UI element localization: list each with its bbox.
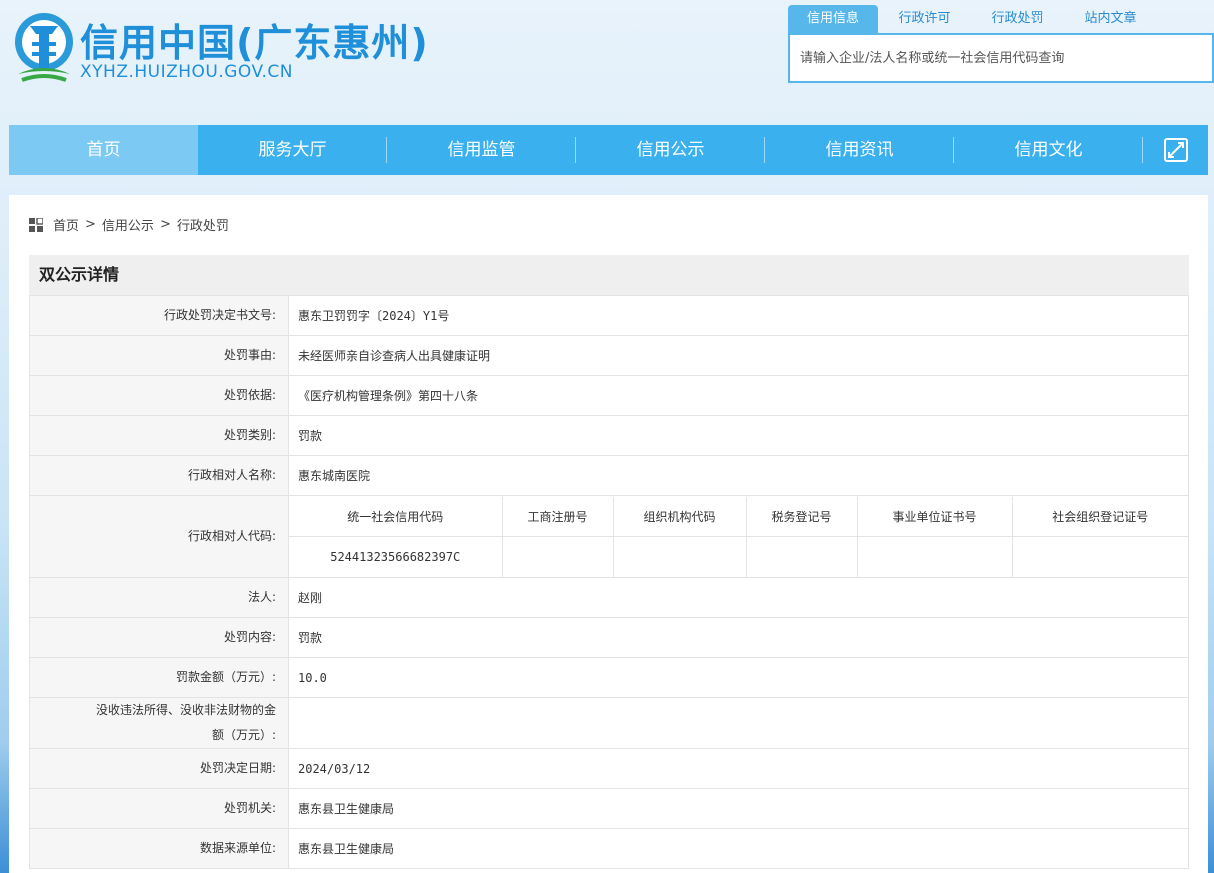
main-nav: 首页 服务大厅 信用监管 信用公示 信用资讯 信用文化: [9, 125, 1208, 175]
breadcrumb-separator: >: [85, 217, 96, 232]
code-value: [612, 536, 747, 577]
row-label: 没收违法所得、没收非法财物的金额（万元）:: [29, 697, 289, 749]
search-tabs: 信用信息 行政许可 行政处罚 站内文章: [788, 5, 1214, 33]
table-row: 处罚类别: 罚款: [29, 415, 1189, 456]
row-label: 处罚决定日期:: [29, 748, 289, 789]
breadcrumb: 首页 > 信用公示 > 行政处罚: [29, 215, 229, 234]
code-value: [745, 536, 858, 577]
row-value: 赵刚: [288, 577, 1189, 618]
row-label: 处罚事由:: [29, 335, 289, 376]
search-input[interactable]: [790, 35, 1212, 81]
table-row: 处罚事由: 未经医师亲自诊查病人出具健康证明: [29, 335, 1189, 376]
breadcrumb-admin-penalty[interactable]: 行政处罚: [177, 215, 229, 234]
row-label: 罚款金额（万元）:: [29, 657, 289, 698]
search-tab-site-articles[interactable]: 站内文章: [1064, 5, 1157, 33]
row-label: 行政相对人名称:: [29, 455, 289, 496]
table-row: 处罚内容: 罚款: [29, 617, 1189, 658]
table-row: 行政处罚决定书文号: 惠东卫罚罚字〔2024〕Y1号: [29, 295, 1189, 336]
table-row: 处罚决定日期: 2024/03/12: [29, 748, 1189, 789]
row-value: 惠东县卫生健康局: [288, 828, 1189, 869]
row-value: 罚款: [288, 415, 1189, 456]
row-label: 处罚依据:: [29, 375, 289, 416]
code-value: [1011, 536, 1188, 577]
search-tab-admin-license[interactable]: 行政许可: [878, 5, 971, 33]
site-logo-icon: [15, 13, 73, 82]
code-cell: 统一社会信用代码 工商注册号 组织机构代码 税务登记号 事业单位证书号 社会组织…: [288, 495, 1189, 578]
row-label: 行政相对人代码:: [29, 495, 289, 578]
table-row: 罚款金额（万元）: 10.0: [29, 657, 1189, 698]
table-row: 行政相对人代码: 统一社会信用代码 工商注册号 组织机构代码 税务登记号 事业单…: [29, 495, 1189, 578]
search-box: 信用信息 行政许可 行政处罚 站内文章: [788, 5, 1214, 83]
code-value: [856, 536, 1013, 577]
code-header: 事业单位证书号: [856, 496, 1013, 537]
search-input-wrap: [788, 33, 1214, 83]
row-label: 处罚类别:: [29, 415, 289, 456]
table-row: 行政相对人名称: 惠东城南医院: [29, 455, 1189, 496]
site-title: 信用中国(广东惠州): [80, 21, 429, 65]
table-row: 没收违法所得、没收非法财物的金额（万元）:: [29, 697, 1189, 749]
table-row: 处罚依据: 《医疗机构管理条例》第四十八条: [29, 375, 1189, 416]
code-value: [501, 536, 614, 577]
nav-home[interactable]: 首页: [9, 125, 198, 175]
row-value: 惠东县卫生健康局: [288, 788, 1189, 829]
row-label: 数据来源单位:: [29, 828, 289, 869]
row-label: 法人:: [29, 577, 289, 618]
nav-credit-culture[interactable]: 信用文化: [954, 125, 1143, 175]
row-value: 10.0: [288, 657, 1189, 698]
breadcrumb-home[interactable]: 首页: [53, 215, 79, 234]
row-value: 《医疗机构管理条例》第四十八条: [288, 375, 1189, 416]
table-row: 法人: 赵刚: [29, 577, 1189, 618]
search-tab-admin-penalty[interactable]: 行政处罚: [971, 5, 1064, 33]
code-table: 统一社会信用代码 工商注册号 组织机构代码 税务登记号 事业单位证书号 社会组织…: [289, 496, 1188, 577]
expand-icon[interactable]: [1143, 125, 1208, 175]
grid-icon: [29, 217, 43, 232]
row-label: 行政处罚决定书文号:: [29, 295, 289, 336]
breadcrumb-separator: >: [159, 217, 171, 232]
nav-service-hall[interactable]: 服务大厅: [198, 125, 387, 175]
code-header: 社会组织登记证号: [1011, 496, 1188, 537]
code-header: 税务登记号: [745, 496, 858, 537]
nav-credit-supervision[interactable]: 信用监管: [387, 125, 576, 175]
row-value: [288, 697, 1189, 749]
detail-title: 双公示详情: [29, 255, 1189, 295]
code-header: 工商注册号: [501, 496, 614, 537]
detail-table: 行政处罚决定书文号: 惠东卫罚罚字〔2024〕Y1号 处罚事由: 未经医师亲自诊…: [29, 295, 1189, 869]
row-value: 惠东卫罚罚字〔2024〕Y1号: [288, 295, 1189, 336]
row-value: 未经医师亲自诊查病人出具健康证明: [288, 335, 1189, 376]
row-value: 惠东城南医院: [288, 455, 1189, 496]
code-header: 统一社会信用代码: [289, 496, 503, 537]
code-header: 组织机构代码: [612, 496, 747, 537]
row-label: 处罚机关:: [29, 788, 289, 829]
row-value: 罚款: [288, 617, 1189, 658]
row-label: 处罚内容:: [29, 617, 289, 658]
content-panel: 首页 > 信用公示 > 行政处罚 双公示详情 行政处罚决定书文号: 惠东卫罚罚字…: [9, 195, 1208, 873]
table-row: 处罚机关: 惠东县卫生健康局: [29, 788, 1189, 829]
site-header: 信用中国(广东惠州) XYHZ.HUIZHOU.GOV.CN 信用信息 行政许可…: [0, 0, 1214, 120]
nav-credit-news[interactable]: 信用资讯: [765, 125, 954, 175]
site-url: XYHZ.HUIZHOU.GOV.CN: [80, 62, 293, 82]
nav-credit-publicity[interactable]: 信用公示: [576, 125, 765, 175]
row-value: 2024/03/12: [288, 748, 1189, 789]
code-header-row: 统一社会信用代码 工商注册号 组织机构代码 税务登记号 事业单位证书号 社会组织…: [289, 496, 1188, 537]
table-row: 数据来源单位: 惠东县卫生健康局: [29, 828, 1189, 869]
code-value-row: 52441323566682397C: [289, 536, 1188, 577]
breadcrumb-credit-publicity[interactable]: 信用公示: [102, 215, 154, 234]
search-tab-credit-info[interactable]: 信用信息: [788, 5, 878, 33]
code-value: 52441323566682397C: [289, 536, 503, 577]
